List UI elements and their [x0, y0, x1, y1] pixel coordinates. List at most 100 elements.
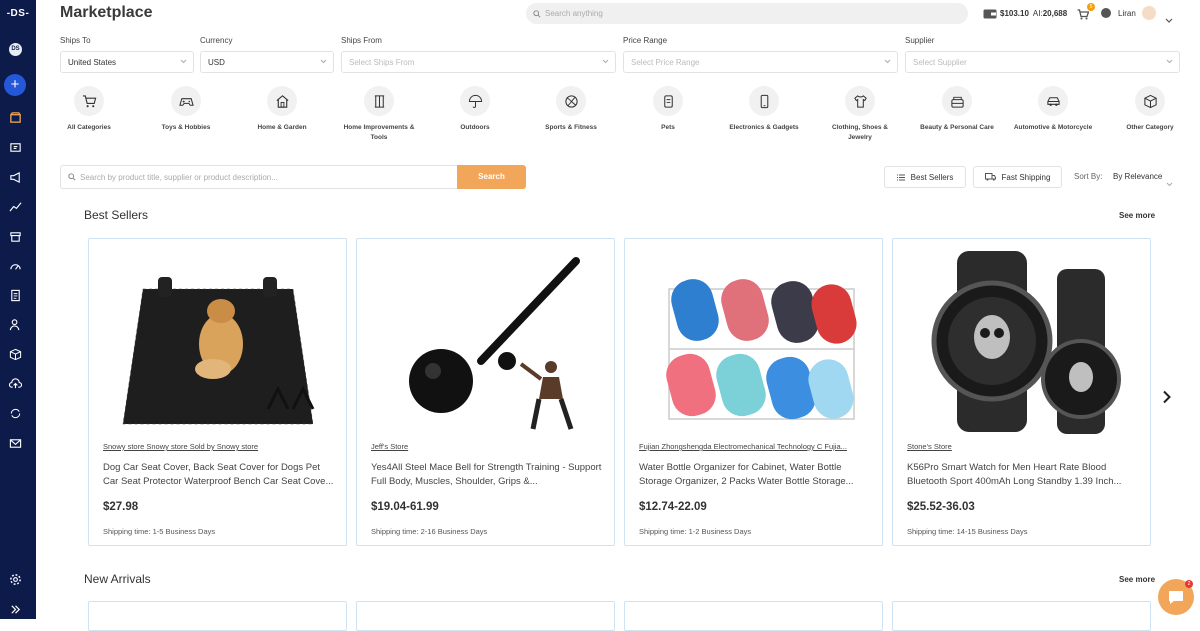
global-search[interactable] — [526, 3, 968, 24]
wallet[interactable]: $103.10 AI:20,688 — [983, 8, 1067, 19]
sort-by-label: Sort By: — [1074, 172, 1103, 181]
currency-select[interactable]: USD — [200, 51, 334, 73]
add-button[interactable]: + — [4, 74, 26, 96]
new-arrivals-see-more-link[interactable]: See more — [1119, 575, 1155, 584]
shirt-icon — [853, 94, 867, 108]
category-label: All Categories — [67, 124, 111, 131]
product-card[interactable]: Snowy store Snowy store Sold by Snowy st… — [88, 238, 347, 546]
house-icon — [276, 94, 288, 108]
orders-icon[interactable] — [8, 288, 22, 302]
category-home-improvements[interactable]: Home Improvements & Tools — [339, 86, 419, 143]
list-icon — [896, 174, 905, 180]
category-label: Beauty & Personal Care — [920, 124, 994, 131]
product-card[interactable] — [356, 601, 615, 631]
product-price: $12.74-22.09 — [639, 501, 707, 513]
megaphone-icon[interactable] — [8, 170, 22, 184]
settings-gear-icon[interactable] — [8, 572, 22, 586]
product-image — [371, 249, 601, 434]
product-image — [639, 249, 869, 434]
product-card[interactable]: Fujian Zhongshengda Electromechanical Te… — [624, 238, 883, 546]
product-store-link[interactable]: Snowy store Snowy store Sold by Snowy st… — [103, 442, 335, 451]
expand-sidebar-icon[interactable] — [8, 602, 22, 616]
category-label: Pets — [661, 124, 675, 131]
product-search[interactable] — [60, 165, 458, 189]
fast-shipping-filter-button[interactable]: Fast Shipping — [973, 166, 1062, 188]
search-icon — [68, 173, 76, 181]
global-search-input[interactable] — [545, 9, 945, 18]
wallet-icon — [983, 9, 997, 19]
category-clothing[interactable]: Clothing, Shoes & Jewelry — [820, 86, 900, 143]
product-title[interactable]: Water Bottle Organizer for Cabinet, Wate… — [639, 461, 871, 489]
sort-by-select[interactable]: By Relevance — [1113, 172, 1162, 181]
cart-count-badge: 5 — [1087, 3, 1095, 11]
chevron-down-icon[interactable] — [1166, 174, 1173, 192]
supplier-label: Supplier — [905, 36, 935, 45]
users-icon[interactable] — [8, 317, 22, 331]
ships-to-select[interactable]: United States — [60, 51, 194, 73]
chat-badge: 2 — [1185, 580, 1193, 588]
truck-icon — [984, 173, 996, 181]
user-icon — [1101, 8, 1111, 18]
cloud-upload-icon[interactable] — [8, 376, 22, 390]
category-all[interactable]: All Categories — [49, 86, 129, 133]
ships-from-select[interactable]: Select Ships From — [341, 51, 616, 73]
best-sellers-heading: Best Sellers — [84, 208, 149, 222]
product-image — [907, 249, 1137, 434]
product-store-link[interactable]: Jeff's Store — [371, 442, 603, 451]
product-card[interactable]: Stone's Store K56Pro Smart Watch for Men… — [892, 238, 1151, 546]
supplier-select[interactable]: Select Supplier — [905, 51, 1180, 73]
best-sellers-filter-button[interactable]: Best Sellers — [884, 166, 966, 188]
product-card[interactable] — [892, 601, 1151, 631]
currency-value: USD — [208, 57, 225, 67]
category-label: Electronics & Gadgets — [729, 124, 799, 131]
category-pets[interactable]: Pets — [628, 86, 708, 133]
package-icon[interactable] — [8, 347, 22, 361]
search-button[interactable]: Search — [457, 165, 526, 189]
product-search-input[interactable] — [80, 172, 440, 182]
product-card[interactable] — [624, 601, 883, 631]
fast-shipping-filter-label: Fast Shipping — [1001, 172, 1051, 182]
product-store-link[interactable]: Stone's Store — [907, 442, 1139, 451]
category-automotive[interactable]: Automotive & Motorcycle — [1013, 86, 1093, 133]
category-other[interactable]: Other Category — [1110, 86, 1190, 133]
chevron-down-icon[interactable] — [1165, 10, 1173, 28]
phone-icon — [760, 94, 768, 108]
price-range-select[interactable]: Select Price Range — [623, 51, 898, 73]
tools-icon — [374, 94, 384, 108]
product-title[interactable]: K56Pro Smart Watch for Men Heart Rate Bl… — [907, 461, 1139, 489]
user-name[interactable]: Liran — [1118, 9, 1136, 18]
search-icon — [533, 9, 541, 18]
category-label: Toys & Hobbies — [161, 124, 211, 131]
sync-icon[interactable] — [8, 406, 22, 420]
store-icon[interactable] — [8, 110, 22, 124]
avatar[interactable] — [1142, 6, 1156, 20]
chevron-down-icon — [884, 59, 891, 64]
product-store-link[interactable]: Fujian Zhongshengda Electromechanical Te… — [639, 442, 871, 451]
category-outdoors[interactable]: Outdoors — [435, 86, 515, 133]
chevron-right-icon[interactable] — [1162, 390, 1172, 409]
category-home-garden[interactable]: Home & Garden — [242, 86, 322, 133]
analytics-icon[interactable] — [8, 199, 22, 213]
product-title[interactable]: Yes4All Steel Mace Bell for Strength Tra… — [371, 461, 603, 489]
dashboard-icon[interactable] — [8, 259, 22, 273]
catalog-icon[interactable] — [8, 140, 22, 154]
product-shipping-time: Shipping time: 1-5 Business Days — [103, 527, 216, 536]
products-icon[interactable] — [8, 229, 22, 243]
chat-bubble-icon — [1169, 590, 1183, 604]
product-title[interactable]: Dog Car Seat Cover, Back Seat Cover for … — [103, 461, 335, 489]
box-icon — [1143, 94, 1157, 108]
category-sports[interactable]: Sports & Fitness — [531, 86, 611, 133]
mail-icon[interactable] — [8, 436, 22, 450]
best-sellers-see-more-link[interactable]: See more — [1119, 211, 1155, 220]
page-title: Marketplace — [60, 4, 153, 21]
product-card[interactable] — [88, 601, 347, 631]
category-toys[interactable]: Toys & Hobbies — [146, 86, 226, 133]
product-card[interactable]: Jeff's Store Yes4All Steel Mace Bell for… — [356, 238, 615, 546]
product-price: $19.04-61.99 — [371, 501, 439, 513]
category-electronics[interactable]: Electronics & Gadgets — [724, 86, 804, 133]
workspace-avatar[interactable]: DS — [9, 43, 22, 56]
ships-to-value: United States — [68, 57, 117, 67]
car-icon — [1046, 96, 1060, 106]
category-beauty[interactable]: Beauty & Personal Care — [917, 86, 997, 133]
category-label: Home & Garden — [257, 124, 307, 131]
